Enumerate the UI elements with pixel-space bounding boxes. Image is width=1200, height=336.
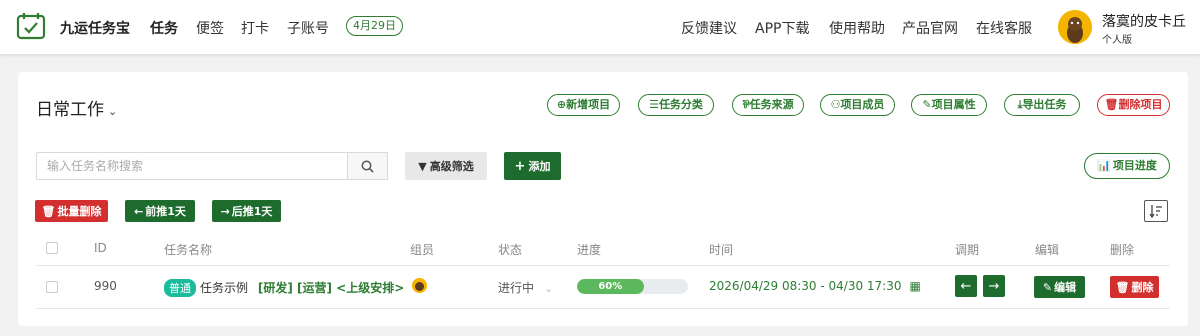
progress-fill: 60%	[577, 279, 644, 294]
time-range[interactable]: 2026/04/29 08:30 - 04/30 17:30 ▦	[709, 279, 921, 293]
header-divider	[36, 265, 1170, 266]
user-icon: ⚇	[830, 98, 841, 111]
trash-icon: 🗑	[1104, 98, 1119, 111]
bar-chart-icon: 📊	[1097, 159, 1111, 172]
nav-subaccount[interactable]: 子账号	[287, 18, 329, 38]
delete-project-label: 删除项目	[1118, 98, 1163, 111]
arrow-right-icon: →	[220, 204, 230, 218]
row-checkbox[interactable]	[46, 281, 58, 293]
project-attributes-label: 项目属性	[931, 98, 976, 111]
header-task-name: 任务名称	[164, 243, 213, 257]
reschedule-next-button[interactable]: →	[983, 275, 1005, 297]
task-category-button[interactable]: ☰任务分类	[638, 94, 714, 116]
search-button[interactable]	[347, 152, 388, 180]
header-status: 状态	[498, 243, 523, 257]
advanced-filter-button[interactable]: ▼ 高级筛选	[405, 152, 487, 180]
row-divider	[36, 308, 1170, 309]
edit-task-button[interactable]: ✎ 编辑	[1034, 276, 1085, 298]
header-members: 组员	[410, 243, 435, 257]
task-type-tag: 普通	[164, 279, 196, 297]
export-tasks-button[interactable]: ⤓导出任务	[1004, 94, 1080, 116]
user-version: 个人版	[1102, 35, 1132, 46]
header-id: ID	[94, 241, 107, 255]
project-members-label: 项目成员	[840, 98, 885, 111]
project-members-button[interactable]: ⚇项目成员	[820, 94, 895, 116]
trash-icon: 🗑	[1115, 280, 1130, 294]
project-title-text: 日常工作	[36, 100, 104, 120]
edit-task-label: 编辑	[1054, 281, 1077, 294]
nav-tasks[interactable]: 任务	[150, 18, 178, 38]
batch-delete-button[interactable]: 🗑 批量删除	[35, 200, 108, 222]
edit-icon: ✎	[922, 98, 932, 111]
filter-icon: ▼	[418, 159, 427, 173]
nav-official-site[interactable]: 产品官网	[902, 18, 958, 38]
arrow-left-icon: ←	[960, 278, 972, 294]
header-progress: 进度	[577, 243, 602, 257]
add-task-button[interactable]: + 添加	[504, 152, 561, 180]
plus-icon: +	[514, 158, 526, 174]
search-icon	[361, 160, 374, 173]
logo-icon[interactable]	[16, 12, 48, 42]
status-select[interactable]: 进行中 ⌄	[498, 279, 553, 296]
project-attributes-button[interactable]: ✎项目属性	[911, 94, 987, 116]
shift-prev-day-label: 前推1天	[145, 205, 186, 218]
sort-icon[interactable]	[1144, 200, 1168, 222]
nav-notes[interactable]: 便签	[196, 18, 224, 38]
arrow-right-icon: →	[988, 278, 1000, 294]
nav-app-download[interactable]: APP下载	[755, 18, 809, 38]
row-id: 990	[94, 279, 117, 293]
edit-icon: ✎	[1042, 280, 1053, 294]
header-time: 时间	[709, 243, 734, 257]
user-name[interactable]: 落寞的皮卡丘	[1102, 11, 1186, 31]
project-progress-button[interactable]: 📊 项目进度	[1084, 153, 1170, 179]
member-avatar[interactable]	[412, 278, 427, 293]
shift-next-day-button[interactable]: → 后推1天	[212, 200, 281, 222]
delete-project-button[interactable]: 🗑删除项目	[1097, 94, 1170, 116]
add-task-label: 添加	[528, 160, 551, 173]
top-bar: 九运任务宝 任务 便签 打卡 子账号 4月29日 反馈建议 APP下载 使用帮助…	[0, 0, 1200, 54]
shift-prev-day-button[interactable]: ← 前推1天	[125, 200, 195, 222]
task-source-label: 任务来源	[749, 98, 794, 111]
sort-glyph-icon	[1149, 205, 1162, 218]
nav-help[interactable]: 使用帮助	[829, 18, 885, 38]
chevron-down-icon: ⌄	[544, 282, 554, 295]
trash-icon: 🗑	[41, 204, 56, 218]
delete-task-label: 删除	[1131, 281, 1154, 294]
new-project-label: 新增项目	[566, 98, 611, 111]
header-edit: 编辑	[1035, 243, 1060, 257]
row-task-name[interactable]: 普通 任务示例 [研发] [运营] <上级安排>	[164, 279, 404, 297]
avatar[interactable]	[1058, 10, 1092, 44]
batch-delete-label: 批量删除	[57, 205, 102, 218]
plus-circle-icon: ⊕	[556, 98, 567, 111]
reschedule-prev-button[interactable]: ←	[955, 275, 977, 297]
shift-next-day-label: 后推1天	[231, 205, 273, 218]
header-reschedule: 调期	[955, 243, 980, 257]
task-source-button[interactable]: ⅌任务来源	[732, 94, 804, 116]
new-project-button[interactable]: ⊕新增项目	[547, 94, 620, 116]
source-icon: ⅌	[742, 98, 750, 111]
date-badge[interactable]: 4月29日	[346, 16, 403, 36]
nav-feedback[interactable]: 反馈建议	[681, 18, 737, 38]
search-input[interactable]	[36, 152, 348, 180]
chevron-down-icon: ⌄	[108, 105, 118, 118]
time-range-text: 2026/04/29 08:30 - 04/30 17:30	[709, 279, 902, 293]
advanced-filter-label: 高级筛选	[429, 160, 474, 173]
delete-task-button[interactable]: 🗑 删除	[1110, 276, 1159, 298]
arrow-left-icon: ←	[134, 204, 144, 218]
header-delete: 删除	[1110, 243, 1135, 257]
project-progress-label: 项目进度	[1112, 159, 1157, 172]
task-name-text: 任务示例	[200, 281, 249, 295]
progress-bar: 60%	[577, 279, 688, 294]
select-all-checkbox[interactable]	[46, 242, 58, 254]
task-categories: [研发] [运营] <上级安排>	[257, 281, 405, 295]
task-category-label: 任务分类	[658, 98, 703, 111]
app-name: 九运任务宝	[60, 21, 130, 37]
export-tasks-label: 导出任务	[1022, 98, 1067, 111]
list-icon: ☰	[649, 98, 659, 111]
nav-customer-service[interactable]: 在线客服	[976, 18, 1032, 38]
project-title[interactable]: 日常工作 ⌄	[36, 95, 117, 120]
calendar-icon: ▦	[909, 279, 921, 293]
nav-checkin[interactable]: 打卡	[241, 18, 269, 38]
status-value: 进行中	[498, 281, 535, 295]
